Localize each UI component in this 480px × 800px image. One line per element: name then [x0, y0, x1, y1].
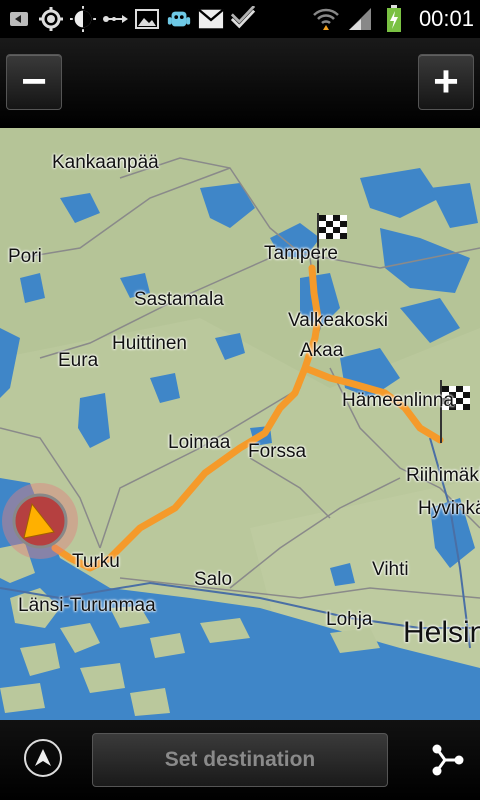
wifi-icon [313, 6, 339, 32]
place-label: Loimaa [168, 432, 231, 453]
place-label: Helsinki [403, 616, 480, 649]
route-button[interactable] [428, 740, 468, 780]
status-time: 00:01 [418, 6, 474, 31]
back-icon [6, 6, 32, 32]
place-label: Kankaanpää [52, 152, 159, 173]
usb-icon [102, 6, 128, 32]
zoom-out-button[interactable]: − [6, 54, 62, 110]
place-label: Lohja [326, 609, 373, 630]
place-label: Hämeenlinna [342, 390, 454, 411]
map-view[interactable]: Kankaanpää Pori Tampere Sastamala Valkea… [0, 128, 480, 720]
bottom-toolbar: Set destination [0, 720, 480, 800]
gps-icon [38, 6, 64, 32]
place-label: Pori [8, 246, 42, 267]
battery-charging-icon [381, 5, 407, 32]
place-label: Länsi-Turunmaa [18, 595, 156, 616]
place-label: Salo [194, 569, 233, 590]
current-position-icon [2, 483, 78, 559]
place-label: Tampere [264, 243, 338, 264]
set-destination-button[interactable]: Set destination [92, 733, 388, 787]
place-label: Turku [72, 551, 120, 572]
place-label: Sastamala [134, 289, 224, 310]
place-label: Vihti [372, 559, 409, 580]
place-label: Riihimäki [406, 465, 480, 486]
gallery-icon [134, 6, 160, 32]
place-label: Eura [58, 350, 99, 371]
zoom-in-button[interactable]: + [418, 54, 474, 110]
navigate-button[interactable] [24, 739, 62, 777]
brightness-icon [70, 6, 96, 32]
place-label: Forssa [248, 441, 307, 462]
zoom-toolbar: − + [0, 38, 480, 128]
android-icon [166, 6, 192, 32]
place-label: Huittinen [112, 333, 187, 354]
check-icon [230, 6, 256, 32]
mail-icon [198, 6, 224, 32]
place-label: Akaa [300, 340, 344, 361]
navigation-arrow-icon [35, 749, 51, 766]
route-share-icon [432, 744, 464, 776]
place-label: Hyvinkää [418, 498, 480, 519]
status-bar: 00:01 [0, 0, 480, 38]
place-label: Valkeakoski [288, 310, 388, 331]
signal-icon [347, 6, 373, 32]
